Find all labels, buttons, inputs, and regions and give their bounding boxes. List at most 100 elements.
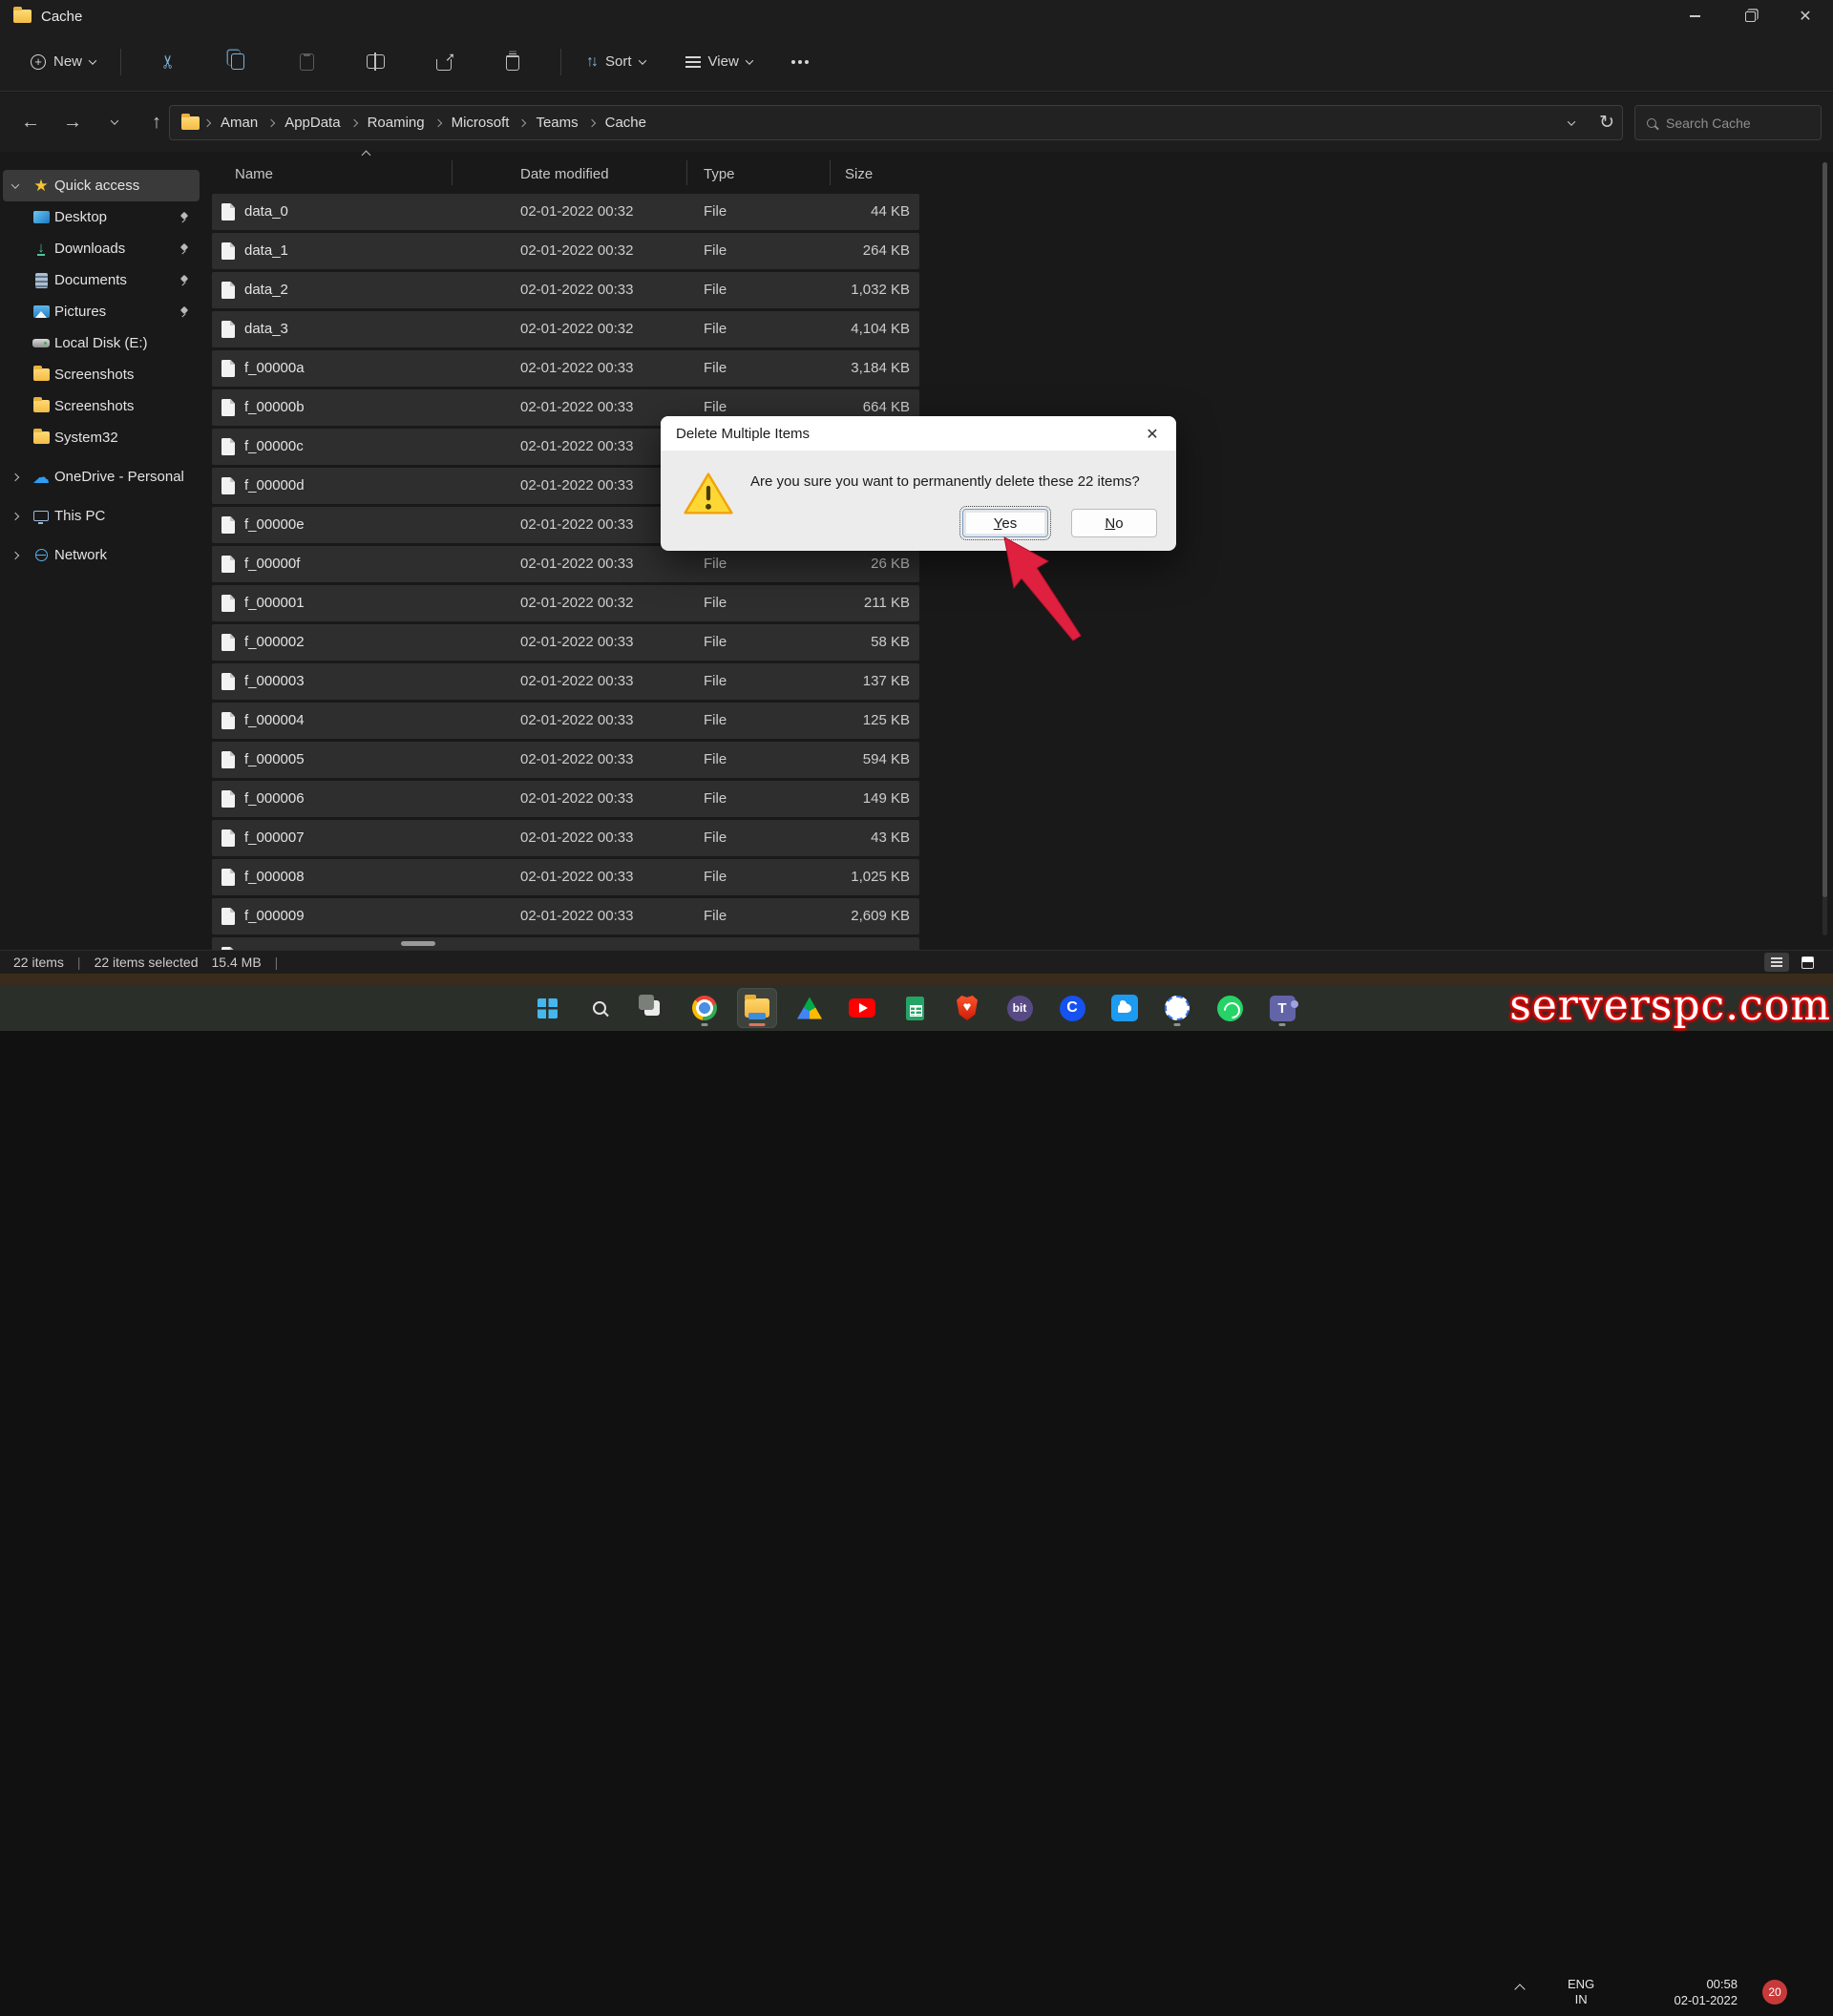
refresh-icon[interactable]: ↻ bbox=[1599, 112, 1614, 134]
maximize-button[interactable] bbox=[1722, 0, 1778, 32]
file-row-f-000002[interactable]: f_00000202-01-2022 00:33File58 KB bbox=[212, 624, 919, 661]
sidebar-item-onedrive-personal[interactable]: ☁OneDrive - Personal bbox=[3, 461, 200, 493]
column-header-date-modified[interactable]: Date modified bbox=[520, 166, 609, 182]
file-row-f-000001[interactable]: f_00000102-01-2022 00:32File211 KB bbox=[212, 585, 919, 621]
column-divider[interactable] bbox=[686, 160, 687, 185]
details-view-button[interactable] bbox=[1764, 953, 1789, 972]
search-input[interactable]: Search Cache bbox=[1634, 105, 1822, 140]
hidden-icons-chevron[interactable] bbox=[1514, 1984, 1525, 1994]
file-row-data-0[interactable]: data_002-01-2022 00:32File44 KB bbox=[212, 194, 919, 230]
search-icon bbox=[1647, 118, 1656, 128]
sidebar-item-screenshots[interactable]: Screenshots bbox=[3, 390, 200, 422]
copy-button[interactable] bbox=[217, 46, 259, 78]
signal-icon bbox=[1165, 996, 1190, 1020]
sidebar-item-system32[interactable]: System32 bbox=[3, 422, 200, 453]
taskbar-icon-coinbase[interactable]: C bbox=[1052, 988, 1092, 1028]
sidebar-item-local-disk-e[interactable]: Local Disk (E:) bbox=[3, 327, 200, 359]
taskbar-icon-task-view[interactable] bbox=[632, 988, 672, 1028]
taskbar-icon-bit[interactable]: bit bbox=[1000, 988, 1040, 1028]
view-button[interactable]: View bbox=[674, 47, 764, 76]
clock[interactable]: 00:58 02-01-2022 bbox=[1675, 1976, 1738, 2008]
taskbar-icon-chrome[interactable] bbox=[685, 988, 725, 1028]
column-divider[interactable] bbox=[452, 160, 453, 185]
file-row-data-1[interactable]: data_102-01-2022 00:32File264 KB bbox=[212, 233, 919, 269]
taskbar-icon-teams[interactable]: T bbox=[1262, 988, 1302, 1028]
rename-button[interactable] bbox=[354, 46, 396, 78]
taskbar-icon-whatsapp[interactable] bbox=[1210, 988, 1250, 1028]
chevron-right-icon[interactable] bbox=[3, 474, 28, 480]
horizontal-scrollbar-thumb[interactable] bbox=[401, 941, 435, 946]
taskbar-icon-signal[interactable] bbox=[1157, 988, 1197, 1028]
sidebar-item-documents[interactable]: Documents bbox=[3, 264, 200, 296]
file-row-data-3[interactable]: data_302-01-2022 00:32File4,104 KB bbox=[212, 311, 919, 347]
file-row-f-000005[interactable]: f_00000502-01-2022 00:33File594 KB bbox=[212, 742, 919, 778]
no-button[interactable]: No bbox=[1071, 509, 1157, 537]
taskbar-icon-start[interactable] bbox=[527, 988, 567, 1028]
share-button[interactable] bbox=[423, 46, 465, 78]
cell-size: 211 KB bbox=[864, 595, 910, 611]
pin-icon bbox=[179, 306, 190, 318]
address-dropdown-icon[interactable] bbox=[1568, 117, 1575, 125]
coinbase-icon: C bbox=[1060, 996, 1085, 1021]
cell-type: File bbox=[704, 908, 727, 924]
file-row-f-00000f[interactable]: f_00000f02-01-2022 00:33File26 KB bbox=[212, 546, 919, 582]
breadcrumb-segment-aman[interactable]: Aman bbox=[215, 115, 263, 131]
minimize-button[interactable] bbox=[1667, 0, 1722, 32]
column-divider[interactable] bbox=[830, 160, 831, 185]
taskbar-icon-youtube[interactable] bbox=[842, 988, 882, 1028]
file-row-f-000006[interactable]: f_00000602-01-2022 00:33File149 KB bbox=[212, 781, 919, 817]
breadcrumb[interactable]: Aman AppData Roaming Microsoft Teams Cache ↻ bbox=[169, 105, 1623, 140]
file-row-data-2[interactable]: data_202-01-2022 00:33File1,032 KB bbox=[212, 272, 919, 308]
file-row-f-000008[interactable]: f_00000802-01-2022 00:33File1,025 KB bbox=[212, 859, 919, 895]
breadcrumb-segment-microsoft[interactable]: Microsoft bbox=[446, 115, 516, 131]
breadcrumb-segment-cache[interactable]: Cache bbox=[600, 115, 652, 131]
sidebar-item-network[interactable]: Network bbox=[3, 539, 200, 571]
breadcrumb-segment-appdata[interactable]: AppData bbox=[279, 115, 346, 131]
chevron-down-icon[interactable] bbox=[3, 183, 28, 189]
dialog-close-icon[interactable]: ✕ bbox=[1142, 424, 1163, 445]
see-more-button[interactable] bbox=[779, 46, 821, 78]
breadcrumb-segment-teams[interactable]: Teams bbox=[530, 115, 583, 131]
close-button[interactable]: ✕ bbox=[1778, 0, 1833, 32]
chevron-right-icon[interactable] bbox=[3, 514, 28, 519]
cell-type: File bbox=[704, 869, 727, 885]
taskbar-icon-google-drive[interactable] bbox=[790, 988, 830, 1028]
sort-button[interactable]: ↑↓ Sort bbox=[575, 47, 657, 77]
forward-button[interactable]: → bbox=[52, 105, 94, 139]
notification-badge[interactable]: 20 bbox=[1762, 1980, 1787, 2005]
back-button[interactable]: ← bbox=[10, 105, 52, 139]
paste-button[interactable] bbox=[285, 46, 327, 78]
yes-button[interactable]: Yes bbox=[962, 509, 1048, 537]
large-icons-view-button[interactable] bbox=[1795, 953, 1820, 972]
sidebar-item-this-pc[interactable]: This PC bbox=[3, 500, 200, 532]
sidebar-item-desktop[interactable]: Desktop bbox=[3, 201, 200, 233]
cell-name: data_3 bbox=[244, 321, 288, 337]
file-row-partial[interactable] bbox=[212, 937, 919, 950]
column-header-type[interactable]: Type bbox=[704, 166, 735, 182]
taskbar-icon-file-explorer[interactable] bbox=[737, 988, 777, 1028]
recent-locations-button[interactable] bbox=[94, 105, 136, 139]
file-row-f-000007[interactable]: f_00000702-01-2022 00:33File43 KB bbox=[212, 820, 919, 856]
vertical-scrollbar[interactable] bbox=[1822, 162, 1827, 935]
sidebar-item-downloads[interactable]: ↓Downloads bbox=[3, 233, 200, 264]
taskbar-icon-search[interactable] bbox=[579, 988, 620, 1028]
sidebar-item-quick-access[interactable]: ★Quick access bbox=[3, 170, 200, 201]
new-button[interactable]: + New bbox=[19, 47, 107, 76]
taskbar-icon-brave[interactable] bbox=[947, 988, 987, 1028]
breadcrumb-segment-roaming[interactable]: Roaming bbox=[362, 115, 431, 131]
file-row-f-000003[interactable]: f_00000302-01-2022 00:33File137 KB bbox=[212, 663, 919, 700]
language-indicator[interactable]: ENG IN bbox=[1568, 1977, 1594, 2007]
column-header-size[interactable]: Size bbox=[845, 166, 873, 182]
delete-button[interactable] bbox=[492, 46, 534, 78]
file-row-f-00000a[interactable]: f_00000a02-01-2022 00:33File3,184 KB bbox=[212, 350, 919, 387]
taskbar-icon-google-sheets[interactable] bbox=[895, 988, 935, 1028]
chevron-right-icon[interactable] bbox=[3, 553, 28, 558]
column-header-name[interactable]: Name bbox=[235, 166, 273, 182]
file-row-f-000009[interactable]: f_00000902-01-2022 00:33File2,609 KB bbox=[212, 898, 919, 934]
cut-button[interactable] bbox=[148, 46, 190, 78]
sidebar-item-screenshots[interactable]: Screenshots bbox=[3, 359, 200, 390]
taskbar-icon-twitter[interactable] bbox=[1105, 988, 1145, 1028]
scrollbar-thumb[interactable] bbox=[1822, 162, 1827, 897]
file-row-f-000004[interactable]: f_00000402-01-2022 00:33File125 KB bbox=[212, 703, 919, 739]
sidebar-item-pictures[interactable]: Pictures bbox=[3, 296, 200, 327]
